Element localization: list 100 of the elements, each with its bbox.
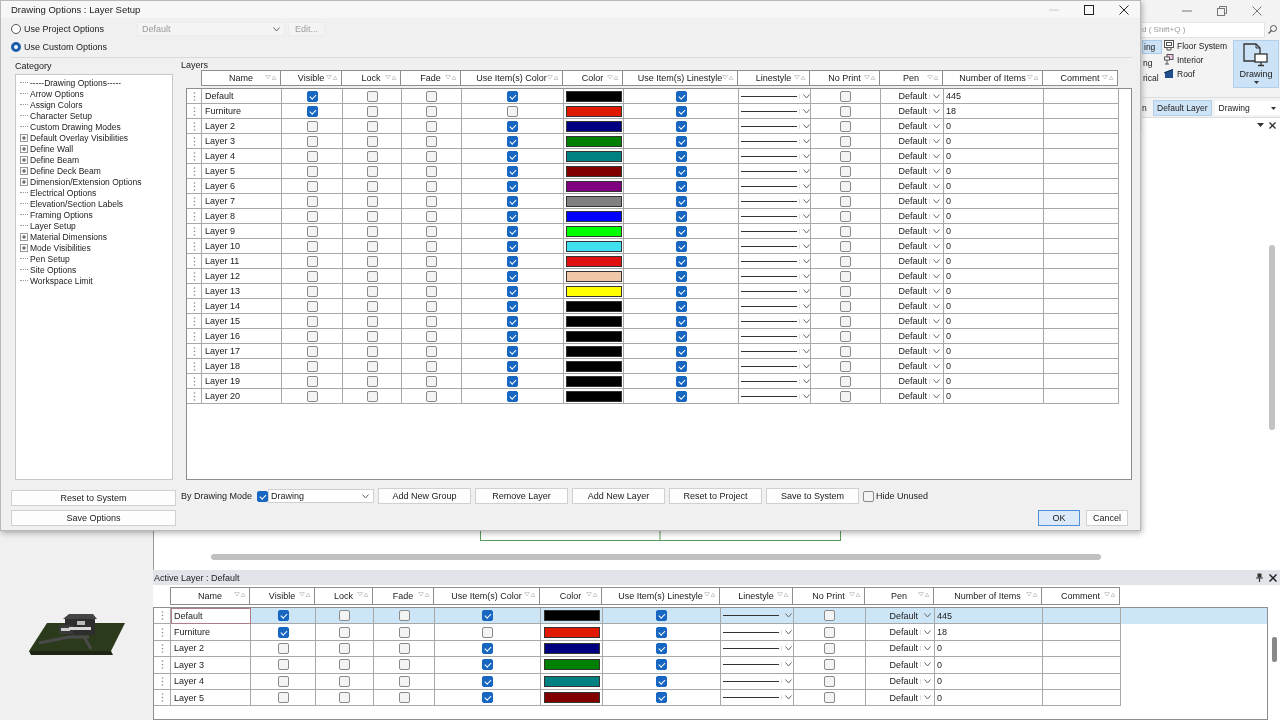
checkbox[interactable]: [426, 285, 437, 297]
checkbox[interactable]: [398, 692, 410, 704]
drag-handle-icon[interactable]: [192, 166, 196, 176]
checkbox[interactable]: [306, 285, 318, 297]
color-swatch[interactable]: [543, 675, 600, 687]
color-swatch[interactable]: [565, 300, 622, 312]
checkbox[interactable]: [675, 180, 687, 192]
checkbox[interactable]: [507, 315, 518, 327]
drag-handle-icon[interactable]: [192, 286, 196, 296]
checkbox[interactable]: [840, 210, 851, 222]
color-swatch[interactable]: [543, 692, 600, 704]
column-header[interactable]: Visible: [250, 587, 315, 605]
tree-item[interactable]: Default Overlay Visibilities: [29, 132, 129, 143]
tree-item[interactable]: -----Drawing Options-----: [29, 77, 122, 88]
checkbox[interactable]: [675, 360, 687, 372]
pen-dropdown[interactable]: Default: [881, 329, 943, 343]
checkbox[interactable]: [306, 180, 318, 192]
column-header[interactable]: Number of Items: [943, 70, 1043, 86]
checkbox[interactable]: [398, 626, 410, 638]
pen-dropdown[interactable]: Default: [881, 284, 943, 298]
checkbox[interactable]: [306, 195, 318, 207]
checkbox[interactable]: [675, 210, 687, 222]
tree-item[interactable]: Define Deck Beam: [29, 165, 101, 176]
drag-handle-icon[interactable]: [192, 346, 196, 356]
checkbox[interactable]: [840, 390, 851, 402]
maximize-icon[interactable]: [1084, 4, 1094, 15]
close-icon[interactable]: [1269, 573, 1277, 582]
checkbox[interactable]: [675, 165, 687, 177]
checkbox[interactable]: [339, 659, 350, 671]
layer-row[interactable]: Layer 2 Default 0: [154, 640, 1267, 658]
comment-cell[interactable]: [1044, 284, 1119, 299]
drag-handle-icon[interactable]: [160, 676, 164, 686]
pin-icon[interactable]: [1256, 573, 1263, 582]
checkbox[interactable]: [306, 135, 318, 147]
checkbox[interactable]: [840, 165, 851, 177]
comment-cell[interactable]: [1044, 329, 1119, 344]
checkbox[interactable]: [840, 240, 851, 252]
pen-dropdown[interactable]: Default: [881, 254, 943, 268]
color-swatch[interactable]: [565, 165, 622, 177]
comment-cell[interactable]: [1044, 269, 1119, 284]
checkbox[interactable]: [840, 105, 851, 117]
checkbox[interactable]: [840, 150, 851, 162]
checkbox[interactable]: [339, 642, 350, 654]
checkbox[interactable]: [507, 225, 518, 237]
comment-cell[interactable]: [1044, 134, 1119, 149]
checkbox[interactable]: [306, 210, 318, 222]
button[interactable]: Reset to System: [11, 490, 176, 506]
column-header[interactable]: Linestyle: [720, 587, 793, 605]
checkbox[interactable]: [277, 642, 289, 654]
color-swatch[interactable]: [565, 375, 622, 387]
checkbox[interactable]: [366, 225, 378, 237]
column-header[interactable]: Fade: [401, 70, 461, 86]
button[interactable]: Reset to Project: [669, 488, 763, 504]
comment-cell[interactable]: [1044, 179, 1119, 194]
color-swatch[interactable]: [543, 659, 600, 671]
pen-dropdown[interactable]: Default: [881, 89, 943, 103]
checkbox[interactable]: [426, 195, 437, 207]
comment-cell[interactable]: [1044, 149, 1119, 164]
pen-dropdown[interactable]: Default: [881, 239, 943, 253]
checkbox[interactable]: [507, 255, 518, 267]
ribbon-tool[interactable]: ng: [1142, 56, 1162, 69]
checkbox[interactable]: [426, 390, 437, 402]
comment-cell[interactable]: [1043, 689, 1121, 707]
checkbox[interactable]: [840, 225, 851, 237]
expand-icon[interactable]: [20, 243, 28, 252]
pen-dropdown[interactable]: Default: [881, 104, 943, 118]
pen-dropdown[interactable]: Default: [881, 374, 943, 388]
checkbox[interactable]: [840, 360, 851, 372]
pen-dropdown[interactable]: Default: [881, 134, 943, 148]
radio-button[interactable]: [11, 24, 21, 35]
checkbox[interactable]: [824, 642, 835, 654]
comment-cell[interactable]: [1044, 374, 1119, 389]
ribbon-tool[interactable]: Interior: [1164, 53, 1232, 66]
checkbox[interactable]: [426, 135, 437, 147]
checkbox[interactable]: [840, 300, 851, 312]
checkbox[interactable]: [426, 180, 437, 192]
checkbox[interactable]: [824, 692, 835, 704]
checkbox[interactable]: [366, 120, 378, 132]
column-header[interactable]: Linestyle: [738, 70, 810, 86]
color-swatch[interactable]: [565, 135, 622, 147]
drag-handle-icon[interactable]: [192, 241, 196, 251]
column-header[interactable]: Comment: [1042, 587, 1120, 605]
color-swatch[interactable]: [543, 610, 600, 622]
drag-handle-icon[interactable]: [192, 196, 196, 206]
column-header[interactable]: Comment: [1043, 70, 1118, 86]
checkbox[interactable]: [306, 90, 318, 102]
checkbox[interactable]: [675, 345, 687, 357]
column-header[interactable]: Number of Items: [934, 587, 1042, 605]
checkbox[interactable]: [306, 345, 318, 357]
column-header[interactable]: Color: [540, 587, 602, 605]
checkbox[interactable]: [306, 300, 318, 312]
pen-dropdown[interactable]: Default: [881, 299, 943, 313]
drag-handle-icon[interactable]: [192, 106, 196, 116]
drag-handle-icon[interactable]: [192, 91, 196, 101]
checkbox[interactable]: [277, 675, 289, 687]
checkbox[interactable]: [507, 390, 518, 402]
checkbox[interactable]: [306, 120, 318, 132]
button[interactable]: Save to System: [766, 488, 860, 504]
checkbox[interactable]: [366, 105, 378, 117]
comment-cell[interactable]: [1044, 209, 1119, 224]
